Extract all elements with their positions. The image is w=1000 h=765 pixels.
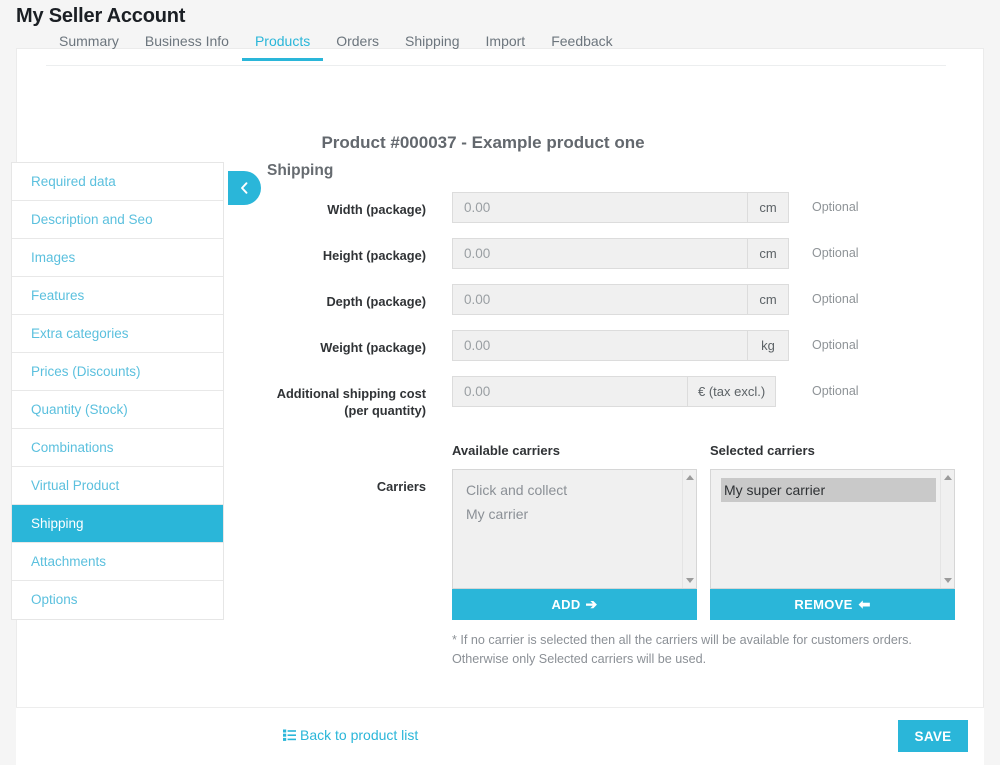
field-row-width-package: Width (package) cm Optional [240,192,960,238]
field-hint-height-package: Optional [812,246,859,260]
sidebar-item-shipping[interactable]: Shipping [12,505,223,543]
depth-package-unit: cm [747,284,789,315]
weight-package-unit: kg [747,330,789,361]
back-to-product-list-link[interactable]: Back to product list [283,727,418,744]
field-hint-depth-package: Optional [812,292,859,306]
add-carrier-button[interactable]: ADD ➔ [452,589,697,620]
sidebar-item-description-and-seo[interactable]: Description and Seo [12,201,223,239]
section-title: Shipping [267,162,334,179]
save-button[interactable]: SAVE [898,720,968,752]
width-package-unit: cm [747,192,789,223]
remove-carrier-button[interactable]: REMOVE ⬅ [710,589,955,620]
sidebar-item-virtual-product[interactable]: Virtual Product [12,467,223,505]
arrow-left-icon: ⬅ [858,596,871,613]
additional-shipping-cost-unit: € (tax excl.) [687,376,777,407]
carriers-note-line2: Otherwise only Selected carriers will be… [452,652,707,666]
sidebar-item-quantity-stock[interactable]: Quantity (Stock) [12,391,223,429]
scroll-down-icon[interactable] [944,578,952,583]
tab-import[interactable]: Import [473,33,539,60]
field-label-line2: (per quantity) [344,403,426,418]
sidebar-item-prices-discounts[interactable]: Prices (Discounts) [12,353,223,391]
field-label-width-package: Width (package) [327,202,426,217]
height-package-input[interactable] [452,238,747,269]
available-carriers-listbox[interactable]: Click and collect My carrier [452,469,697,589]
field-hint-width-package: Optional [812,200,859,214]
field-label-height-package: Height (package) [322,248,426,263]
tab-feedback[interactable]: Feedback [538,33,625,60]
field-label-weight-package: Weight (package) [320,340,426,355]
additional-shipping-cost-input[interactable] [452,376,687,407]
list-item[interactable]: Click and collect [463,478,682,502]
field-control-depth-package: cm [452,284,789,315]
field-control-width-package: cm [452,192,789,223]
carriers-row: Carriers Available carriers Click and co… [240,443,960,666]
field-label-depth-package: Depth (package) [326,294,426,309]
list-icon [283,728,296,744]
tab-orders[interactable]: Orders [323,33,392,60]
carriers-note: * If no carrier is selected then all the… [452,631,972,669]
sidebar-item-images[interactable]: Images [12,239,223,277]
page-root: My Seller Account Summary Business Info Pr… [0,0,1000,765]
list-item[interactable]: My super carrier [721,478,936,502]
tab-products[interactable]: Products [241,33,324,61]
scroll-up-icon[interactable] [686,475,694,480]
tab-business-info[interactable]: Business Info [132,33,242,60]
height-package-unit: cm [747,238,789,269]
product-headline: Product #000037 - Example product one [321,133,645,152]
width-package-input[interactable] [452,192,747,223]
scroll-down-icon[interactable] [686,578,694,583]
product-section-nav: Required data Description and Seo Images Fe… [11,162,224,620]
field-control-additional-shipping-cost: € (tax excl.) [452,376,777,407]
sidebar-item-extra-categories[interactable]: Extra categories [12,315,223,353]
sidebar-item-required-data[interactable]: Required data [12,163,223,201]
field-hint-additional-shipping-cost: Optional [812,384,859,398]
carriers-note-line1: * If no carrier is selected then all the… [452,633,912,647]
back-to-product-list-label: Back to product list [300,727,419,743]
tab-bar: Summary Business Info Products Orders Shippi… [46,33,946,66]
available-carriers-column: Available carriers Click and collect My c… [452,443,697,620]
field-hint-weight-package: Optional [812,338,859,352]
available-carriers-title: Available carriers [452,443,560,458]
tab-summary[interactable]: Summary [46,33,132,60]
field-row-additional-shipping-cost: Additional shipping cost (per quantity) … [240,376,960,426]
arrow-right-icon: ➔ [585,596,598,613]
selected-carriers-title: Selected carriers [710,443,815,458]
selected-carriers-column: Selected carriers My super carrier REMOV… [710,443,955,620]
selected-carriers-scrollbar[interactable] [940,470,954,588]
field-row-depth-package: Depth (package) cm Optional [240,284,960,330]
form-footer: Back to product list SAVE [16,707,984,765]
selected-carriers-listbox[interactable]: My super carrier [710,469,955,589]
available-carriers-options[interactable]: Click and collect My carrier [453,470,682,588]
scroll-up-icon[interactable] [944,475,952,480]
selected-carriers-options[interactable]: My super carrier [711,470,940,588]
available-carriers-scrollbar[interactable] [682,470,696,588]
sidebar-item-options[interactable]: Options [12,581,223,619]
depth-package-input[interactable] [452,284,747,315]
field-row-weight-package: Weight (package) kg Optional [240,330,960,376]
weight-package-input[interactable] [452,330,747,361]
shipping-form: Shipping Width (package)cmOptionalHeight… [240,162,960,666]
list-item[interactable]: My carrier [463,502,682,526]
sidebar-item-combinations[interactable]: Combinations [12,429,223,467]
field-label-line1: Additional shipping cost [276,386,426,401]
field-row-height-package: Height (package) cm Optional [240,238,960,284]
sidebar-item-features[interactable]: Features [12,277,223,315]
sidebar-item-attachments[interactable]: Attachments [12,543,223,581]
remove-carrier-label: REMOVE [794,597,853,613]
tab-shipping[interactable]: Shipping [392,33,473,60]
field-label-additional-shipping-cost: Additional shipping cost (per quantity) [240,385,426,419]
page-title: My Seller Account [16,5,186,27]
field-control-height-package: cm [452,238,789,269]
carriers-row-label: Carriers [376,479,426,494]
field-control-weight-package: kg [452,330,789,361]
add-carrier-label: ADD [551,597,581,613]
